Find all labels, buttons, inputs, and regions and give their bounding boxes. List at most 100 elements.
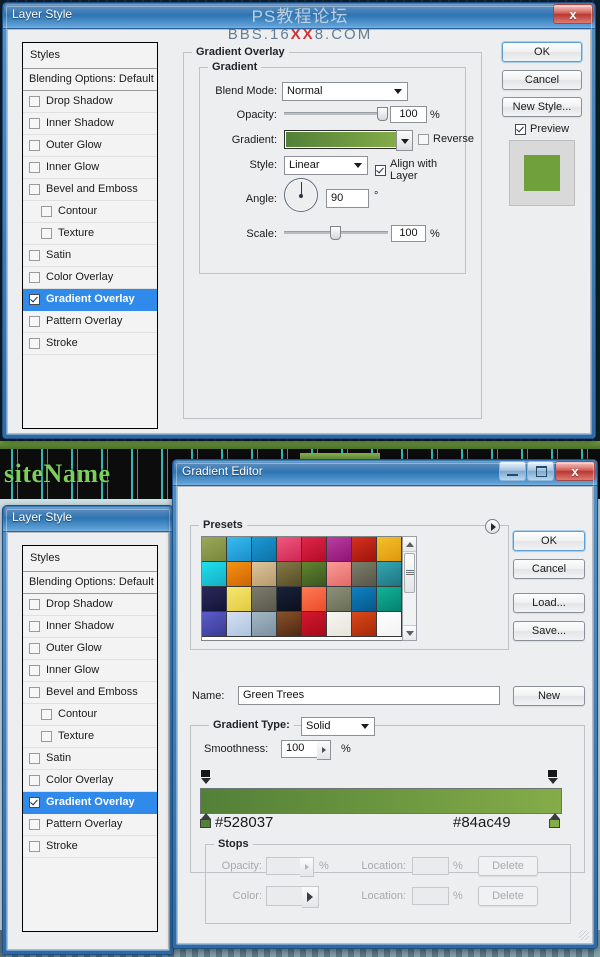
preset-swatch[interactable] [227,612,252,637]
presets-grid[interactable] [201,536,403,641]
preview-checkbox[interactable]: Preview [515,123,569,135]
scrollbar-thumb[interactable] [404,553,415,593]
preset-swatch[interactable] [277,537,302,562]
checkbox-icon[interactable] [29,140,40,151]
style-effect-row-outer-glow[interactable]: Outer Glow [23,638,157,660]
blending-options-row[interactable]: Blending Options: Default [23,69,157,91]
checkbox-icon[interactable] [29,775,40,786]
style-effect-row-satin[interactable]: Satin [23,748,157,770]
checkbox-icon[interactable] [29,118,40,129]
load-button[interactable]: Load... [513,593,585,613]
resize-grip-icon[interactable] [579,930,589,940]
gradient-ramp[interactable] [200,788,562,814]
align-with-layer-checkbox[interactable]: Align with Layer [375,158,465,182]
style-effect-row-bevel-and-emboss[interactable]: Bevel and Emboss [23,682,157,704]
scale-slider[interactable] [284,225,388,240]
style-effect-row-inner-glow[interactable]: Inner Glow [23,157,157,179]
style-effect-row-inner-shadow[interactable]: Inner Shadow [23,616,157,638]
presets-menu-icon[interactable] [485,519,500,534]
preset-swatch[interactable] [327,537,352,562]
checkbox-checked-icon[interactable] [29,294,40,305]
preset-swatch[interactable] [252,562,277,587]
preset-swatch[interactable] [227,562,252,587]
slider-thumb[interactable] [330,226,341,240]
close-icon[interactable]: x [555,461,595,481]
checkbox-icon[interactable] [29,316,40,327]
new-style-button[interactable]: New Style... [502,97,582,117]
titlebar[interactable]: Gradient Editor x [173,460,597,486]
close-icon[interactable]: x [553,4,593,24]
checkbox-icon[interactable] [29,184,40,195]
cancel-button[interactable]: Cancel [502,70,582,90]
scale-input[interactable]: 100 [391,225,426,242]
preset-swatch[interactable] [227,587,252,612]
preset-swatch[interactable] [352,537,377,562]
stop-color-swatch[interactable] [266,886,304,906]
checkbox-icon[interactable] [29,162,40,173]
checkbox-icon[interactable] [41,206,52,217]
gradient-preview-swatch[interactable] [284,130,398,149]
stop-opacity-stepper[interactable] [300,857,314,877]
gradient-name-input[interactable]: Green Trees [238,686,500,705]
preset-swatch[interactable] [202,587,227,612]
style-effect-row-inner-shadow[interactable]: Inner Shadow [23,113,157,135]
delete-stop-button-1[interactable]: Delete [478,856,538,876]
preset-swatch[interactable] [352,587,377,612]
opacity-stop-end[interactable] [547,769,558,784]
checkbox-icon[interactable] [29,250,40,261]
style-effect-row-gradient-overlay[interactable]: Gradient Overlay [23,792,157,814]
delete-stop-button-2[interactable]: Delete [478,886,538,906]
checkbox-icon[interactable] [29,96,40,107]
preset-swatch[interactable] [352,562,377,587]
preset-swatch[interactable] [327,587,352,612]
styles-list-panel[interactable]: Styles Blending Options: Default Drop Shad… [22,545,158,932]
blending-options-row[interactable]: Blending Options: Default [23,572,157,594]
preset-swatch[interactable] [377,562,402,587]
blend-mode-select[interactable]: Normal [282,82,408,101]
style-effect-row-outer-glow[interactable]: Outer Glow [23,135,157,157]
titlebar[interactable]: Layer Style [3,506,173,532]
cancel-button[interactable]: Cancel [513,559,585,579]
preset-swatch[interactable] [302,587,327,612]
opacity-stop-start[interactable] [200,769,211,784]
checkbox-icon[interactable] [41,228,52,239]
color-stop-start[interactable] [200,813,211,828]
style-effect-row-texture[interactable]: Texture [23,223,157,245]
preset-swatch[interactable] [202,537,227,562]
style-effect-row-gradient-overlay[interactable]: Gradient Overlay [23,289,157,311]
smoothness-input[interactable]: 100 [281,740,319,758]
minimize-icon[interactable] [499,461,526,481]
style-effect-row-contour[interactable]: Contour [23,704,157,726]
preset-swatch[interactable] [227,537,252,562]
titlebar[interactable]: Layer Style x [3,3,595,29]
preset-swatch[interactable] [277,612,302,637]
scroll-up-button[interactable] [403,537,416,552]
opacity-input[interactable]: 100 [390,106,427,123]
preset-swatch[interactable] [277,562,302,587]
preset-swatch[interactable] [377,612,402,637]
preset-swatch[interactable] [252,537,277,562]
preset-swatch[interactable] [277,587,302,612]
save-button[interactable]: Save... [513,621,585,641]
color-stop-end[interactable] [549,813,560,828]
preset-swatch[interactable] [302,562,327,587]
checkbox-icon[interactable] [29,841,40,852]
checkbox-icon[interactable] [29,621,40,632]
smoothness-stepper[interactable] [317,740,331,760]
preset-swatch[interactable] [252,612,277,637]
style-effect-row-pattern-overlay[interactable]: Pattern Overlay [23,814,157,836]
preset-swatch[interactable] [252,587,277,612]
preset-swatch[interactable] [377,537,402,562]
style-effect-row-pattern-overlay[interactable]: Pattern Overlay [23,311,157,333]
new-button[interactable]: New [513,686,585,706]
preset-swatch[interactable] [377,587,402,612]
style-select[interactable]: Linear [284,156,368,175]
style-effect-row-texture[interactable]: Texture [23,726,157,748]
preset-swatch[interactable] [302,537,327,562]
checkbox-icon[interactable] [29,687,40,698]
gradient-dropdown-button[interactable] [396,130,413,151]
scroll-down-button[interactable] [403,625,416,640]
style-effect-row-bevel-and-emboss[interactable]: Bevel and Emboss [23,179,157,201]
style-effect-row-color-overlay[interactable]: Color Overlay [23,770,157,792]
checkbox-checked-icon[interactable] [29,797,40,808]
